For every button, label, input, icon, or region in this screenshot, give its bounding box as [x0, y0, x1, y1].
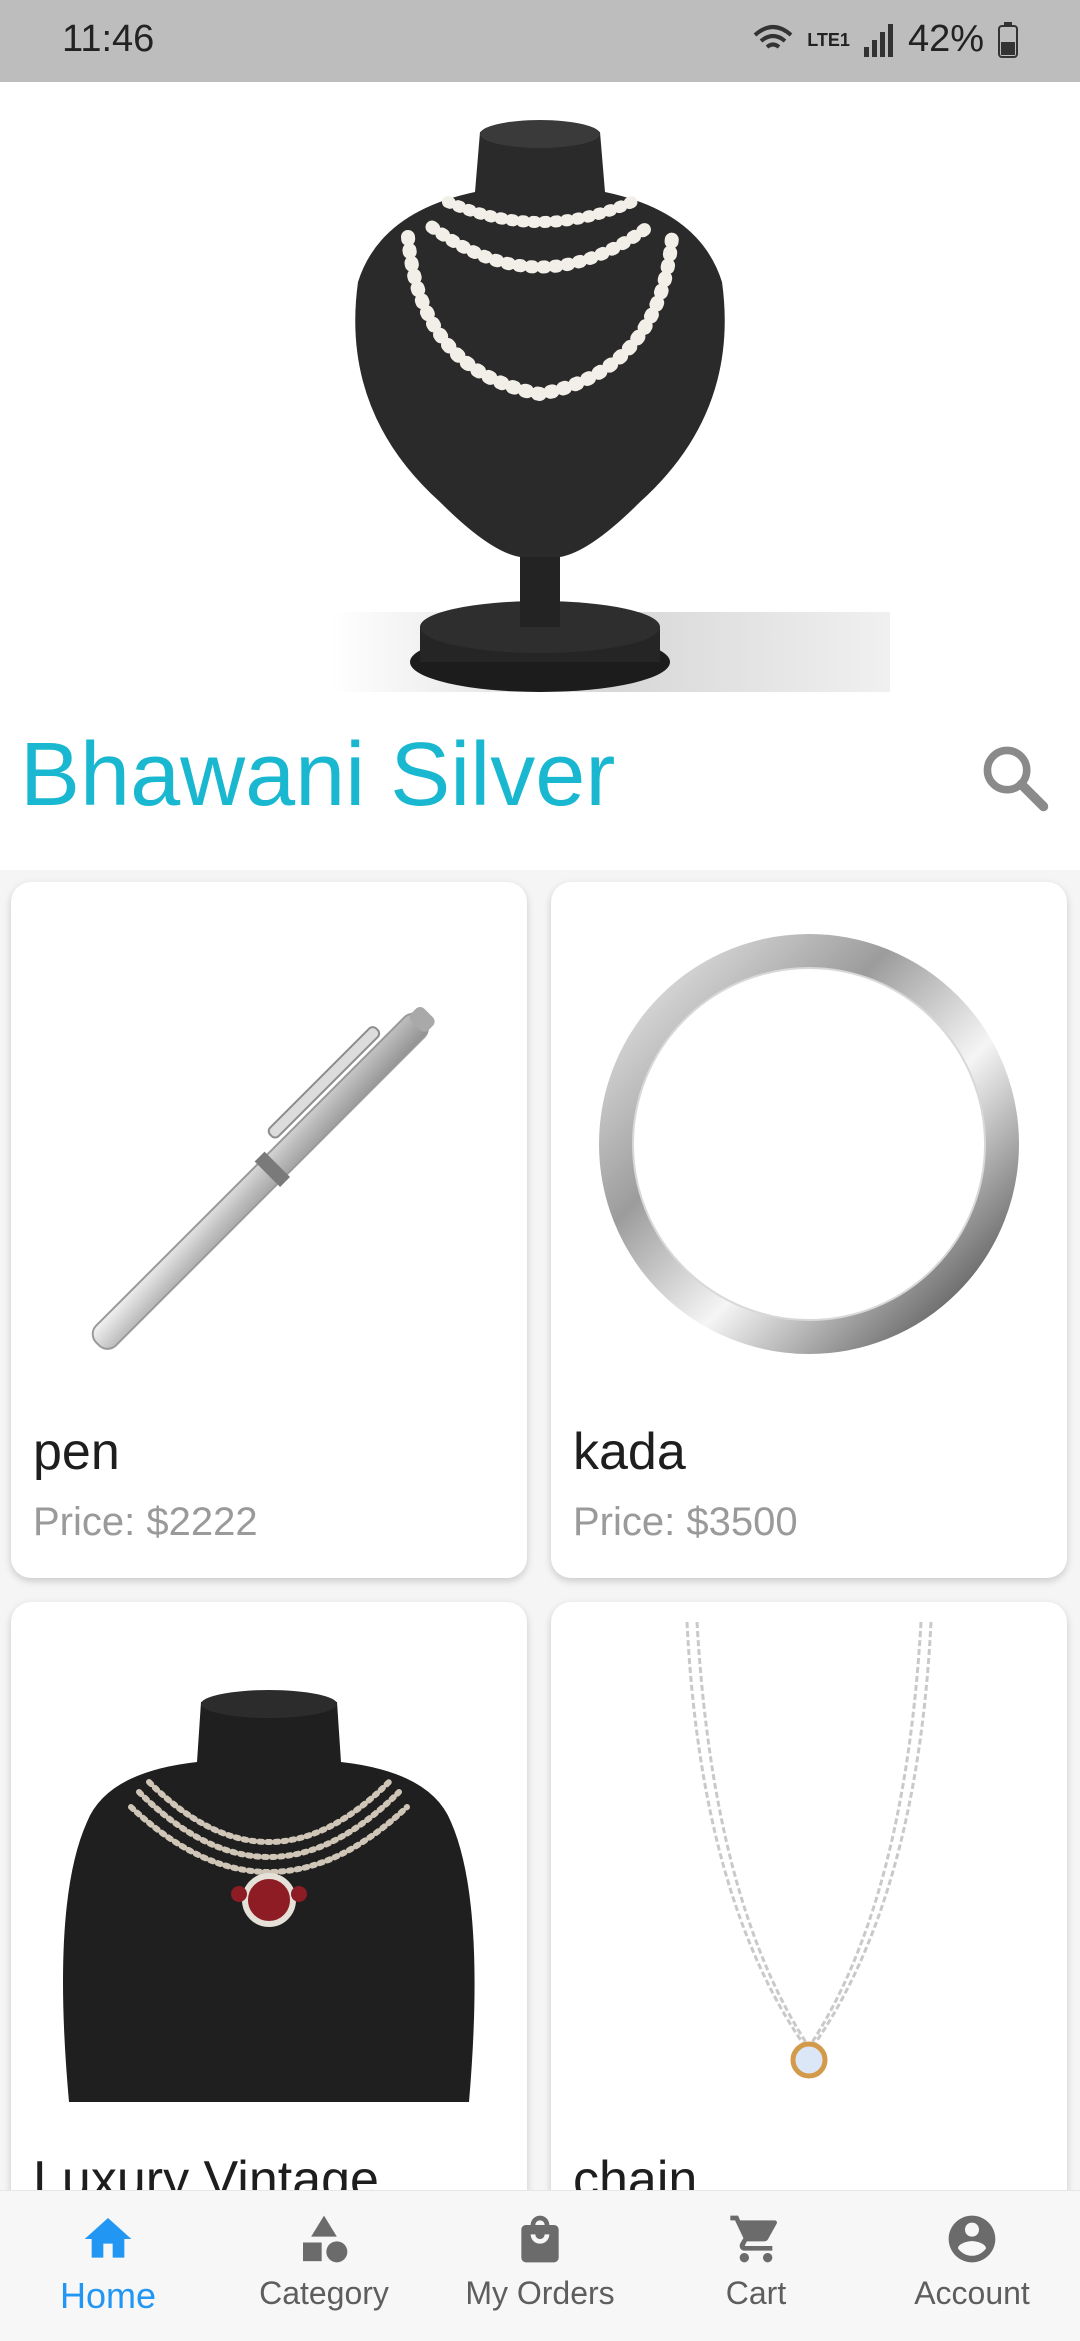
status-bar: 11:46 LTE1 42% — [0, 0, 1080, 82]
title-row: Bhawani Silver — [0, 705, 1080, 865]
nav-category[interactable]: Category — [216, 2191, 432, 2341]
cart-icon — [730, 2215, 777, 2263]
product-name: pen — [33, 1423, 120, 1481]
status-icons: LTE1 42% — [753, 18, 1018, 61]
battery-percent: 42% — [907, 18, 984, 60]
pen-image — [91, 1007, 435, 1350]
account-icon — [948, 2215, 996, 2263]
battery-icon — [998, 21, 1018, 58]
product-name: kada — [573, 1423, 686, 1481]
pearl-necklace-bust-image — [330, 120, 890, 692]
product-card[interactable]: pen Price: $2222 — [11, 882, 527, 1578]
chain-image — [685, 1621, 933, 2079]
product-card[interactable]: Luxury Vintage ... — [11, 1602, 527, 2222]
app-title: Bhawani Silver — [20, 725, 616, 825]
nav-home[interactable]: Home — [0, 2191, 216, 2341]
network-type-label: LTE1 — [807, 29, 850, 50]
bangle-image — [599, 934, 1019, 1354]
home-icon — [84, 2218, 132, 2258]
product-price: Price: $3500 — [573, 1500, 798, 1544]
product-grid: pen Price: $2222 kada Price: $3500 Luxur… — [0, 870, 1080, 2222]
nav-label: Cart — [725, 2275, 787, 2311]
product-image — [11, 882, 527, 1392]
product-card[interactable]: chain — [551, 1602, 1067, 2222]
product-image — [11, 1602, 527, 2122]
wifi-icon — [753, 24, 793, 49]
category-icon — [303, 2215, 348, 2263]
necklace-bust-image — [63, 1690, 475, 2102]
signal-icon — [863, 23, 893, 57]
status-time: 11:46 — [62, 18, 155, 60]
nav-account[interactable]: Account — [864, 2191, 1080, 2341]
product-image — [551, 1602, 1067, 2122]
nav-cart[interactable]: Cart — [648, 2191, 864, 2341]
search-icon — [983, 746, 1049, 812]
shopping-bag-icon — [521, 2215, 559, 2263]
nav-label: My Orders — [465, 2275, 615, 2311]
nav-label: Account — [914, 2275, 1030, 2311]
product-card[interactable]: kada Price: $3500 — [551, 882, 1067, 1578]
search-button[interactable] — [970, 733, 1060, 823]
nav-my-orders[interactable]: My Orders — [432, 2191, 648, 2341]
hero-banner — [0, 82, 1080, 692]
bottom-navigation: Home Category My Orders Cart Account — [0, 2190, 1080, 2341]
product-price: Price: $2222 — [33, 1500, 258, 1544]
nav-label: Home — [59, 2275, 157, 2316]
product-image — [551, 882, 1067, 1392]
nav-label: Category — [259, 2275, 389, 2311]
